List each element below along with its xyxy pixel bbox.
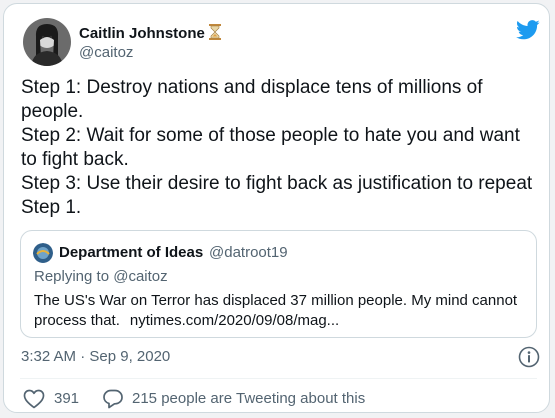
hourglass-icon [208, 24, 221, 44]
quoted-tweet-text: The US's War on Terror has displaced 37 … [34, 291, 529, 331]
twitter-bird-icon[interactable] [516, 20, 540, 40]
replying-to-mention[interactable]: @caitoz [113, 268, 167, 285]
tweet-text: Step 1: Destroy nations and displace ten… [21, 76, 536, 220]
tweet-card: Caitlin Johnstone @caitoz Step 1: Destro… [3, 3, 550, 413]
author-handle[interactable]: @caitoz [79, 44, 133, 61]
quoted-avatar [33, 243, 53, 263]
heart-icon[interactable] [23, 389, 45, 409]
replying-to-line: Replying to @caitoz [34, 268, 168, 285]
tweet-line: Step 1: Destroy nations and displace ten… [21, 77, 483, 122]
tweet-timestamp[interactable]: 3:32 AM · Sep 9, 2020 [21, 348, 170, 365]
replying-to-prefix: Replying to [34, 268, 110, 285]
conversation-link[interactable]: 215 people are Tweeting about this [132, 390, 365, 407]
like-count[interactable]: 391 [54, 390, 79, 407]
quoted-tweet[interactable]: Department of Ideas @datroot19 Replying … [20, 230, 537, 338]
speech-bubble-icon[interactable] [102, 388, 124, 410]
author-avatar[interactable] [23, 18, 71, 66]
info-icon[interactable] [518, 346, 540, 368]
author-name-text: Caitlin Johnstone [79, 25, 205, 42]
tweet-line: Step 3: Use their desire to fight back a… [21, 173, 533, 218]
divider [20, 378, 537, 379]
tweet-line: Step 2: Wait for some of those people to… [21, 125, 520, 170]
quoted-link[interactable]: nytimes.com/2020/09/08/mag... [130, 312, 339, 329]
quoted-author-handle: @datroot19 [209, 244, 288, 261]
quoted-author-name: Department of Ideas [59, 244, 204, 261]
author-name[interactable]: Caitlin Johnstone [79, 24, 221, 44]
